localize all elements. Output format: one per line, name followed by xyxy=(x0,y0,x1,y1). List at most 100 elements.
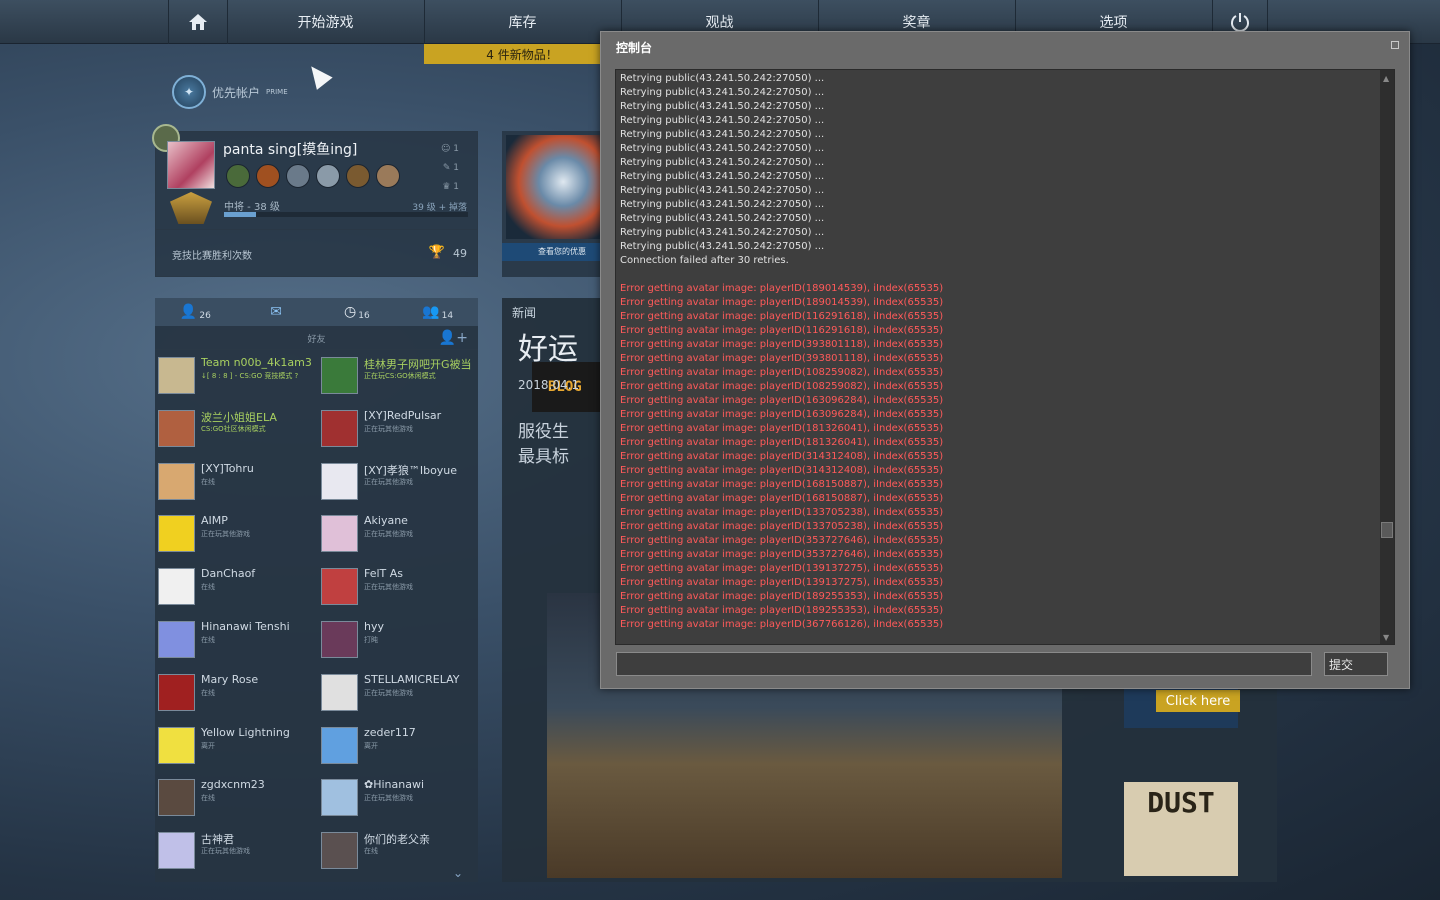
rank-text: 中将 - 38 级 xyxy=(224,202,280,213)
coin-icon[interactable] xyxy=(256,164,280,188)
tab-recent[interactable]: ◷ 16 xyxy=(317,298,398,326)
friend-item[interactable]: 波兰小姐姐ELA CS:GO社区休闲模式 xyxy=(155,407,315,459)
avatar[interactable] xyxy=(167,141,215,189)
article-line: 服役生 xyxy=(518,422,569,442)
friend-item[interactable]: hyy 打盹 xyxy=(318,618,478,670)
friend-status: 正在玩CS:GO休闲模式 xyxy=(364,372,436,380)
tab-groups[interactable]: 👥 14 xyxy=(397,298,478,326)
friend-item[interactable]: [XY]Tohru 在线 xyxy=(155,460,315,512)
friend-name: Team n00b_4k1am3 xyxy=(201,356,312,369)
coin-showcase xyxy=(226,164,400,188)
console-error-line: Error getting avatar image: playerID(139… xyxy=(620,563,944,574)
article-body: 服役生 最具标 xyxy=(518,420,569,470)
friend-avatar[interactable] xyxy=(158,409,195,447)
submit-button[interactable]: 提交 xyxy=(1324,652,1388,676)
teach-icon: ✎ xyxy=(442,163,451,173)
friend-item[interactable]: [XY]孝狼™Iboyue 正在玩其他游戏 xyxy=(318,460,478,512)
coin-icon[interactable] xyxy=(286,164,310,188)
console-error-line: Error getting avatar image: playerID(314… xyxy=(620,451,944,462)
friend-item[interactable]: Yellow Lightning 离开 xyxy=(155,724,315,776)
home-button[interactable] xyxy=(168,0,226,44)
news-title: 新闻 xyxy=(512,306,537,320)
friend-avatar[interactable] xyxy=(158,568,195,606)
tab-friends[interactable]: 👤 26 xyxy=(155,298,236,326)
friend-item[interactable]: 桂林男子网吧开G被当 正在玩CS:GO休闲模式 xyxy=(318,354,478,406)
mail-icon: ✉ xyxy=(270,304,282,320)
nav-inventory-button[interactable]: 库存 xyxy=(424,0,620,44)
scroll-up-icon[interactable]: ▲ xyxy=(1383,74,1389,83)
friends-tabs: 👤 26 ✉ ◷ 16 👥 14 xyxy=(155,298,478,326)
friend-item[interactable]: Akiyane 正在玩其他游戏 xyxy=(318,512,478,564)
friend-item[interactable]: AIMP 正在玩其他游戏 xyxy=(155,512,315,564)
friend-avatar[interactable] xyxy=(321,357,358,394)
console-line: Retrying public(43.241.50.242:27050) ... xyxy=(620,73,825,84)
friend-item[interactable]: Hinanawi Tenshi 在线 xyxy=(155,618,315,670)
dust-ad[interactable]: DUST xyxy=(1124,782,1238,876)
click-here-button[interactable]: Click here xyxy=(1156,690,1240,712)
mouse-cursor-icon xyxy=(303,60,333,90)
friends-panel: 👤 26 ✉ ◷ 16 👥 14 好友 👤+ Team n00b_4k1am3 ↓… xyxy=(155,298,478,882)
friend-item[interactable]: DanChaof 在线 xyxy=(155,565,315,617)
friend-avatar[interactable] xyxy=(321,673,358,711)
article-date: 2018.04.1 xyxy=(518,378,580,392)
friend-avatar[interactable] xyxy=(158,357,195,394)
friend-avatar[interactable] xyxy=(321,726,358,764)
friend-item[interactable]: [XY]RedPulsar 正在玩其他游戏 xyxy=(318,407,478,459)
chevron-down-icon[interactable]: ⌄ xyxy=(453,866,463,880)
add-friend-icon[interactable]: 👤+ xyxy=(439,330,468,346)
friend-avatar[interactable] xyxy=(158,515,195,553)
console-line: Retrying public(43.241.50.242:27050) ... xyxy=(620,199,825,210)
friend-avatar[interactable] xyxy=(321,568,358,606)
friend-avatar[interactable] xyxy=(321,515,358,553)
tab-mail[interactable]: ✉ xyxy=(236,298,317,326)
power-icon xyxy=(1231,13,1249,32)
friend-avatar[interactable] xyxy=(321,621,358,658)
friend-avatar[interactable] xyxy=(321,779,358,817)
coin-icon[interactable] xyxy=(226,164,250,188)
friend-item[interactable]: Mary Rose 在线 xyxy=(155,671,315,723)
friend-item[interactable]: STELLAMICRELAY 正在玩其他游戏 xyxy=(318,671,478,723)
group-icon: 👥 xyxy=(422,304,440,320)
friend-item[interactable]: zeder117 离开 xyxy=(318,724,478,776)
friend-avatar[interactable] xyxy=(158,673,195,711)
console-error-line: Error getting avatar image: playerID(367… xyxy=(620,619,944,630)
scroll-down-icon[interactable]: ▼ xyxy=(1383,633,1389,642)
friend-name: [XY]Tohru xyxy=(201,461,254,475)
friend-item[interactable]: FelT As 正在玩其他游戏 xyxy=(318,565,478,617)
friends-count: 26 xyxy=(199,311,211,321)
console-input[interactable] xyxy=(616,652,1312,676)
coin-icon[interactable] xyxy=(376,164,400,188)
friend-avatar[interactable] xyxy=(321,832,358,870)
friend-item[interactable]: Team n00b_4k1am3 ↓[ 8 : 8 ] - CS:GO 竞技模式 … xyxy=(155,354,315,406)
console-error-line: Error getting avatar image: playerID(163… xyxy=(620,395,944,406)
friend-avatar[interactable] xyxy=(158,621,195,658)
friend-avatar[interactable] xyxy=(321,409,358,447)
friend-avatar[interactable] xyxy=(158,832,195,870)
friend-item[interactable]: zgdxcnm23 在线 xyxy=(155,776,315,828)
maximize-icon[interactable] xyxy=(1391,41,1399,49)
friend-avatar[interactable] xyxy=(158,726,195,764)
friend-avatar[interactable] xyxy=(321,462,358,500)
coin-icon[interactable] xyxy=(346,164,370,188)
console-error-line: Error getting avatar image: playerID(393… xyxy=(620,353,944,364)
profile-card: panta sing[摸鱼ing] ☺ 1 ✎ 1 ♛ 1 中将 - 38 级 … xyxy=(152,124,478,277)
nav-play-button[interactable]: 开始游戏 xyxy=(227,0,423,44)
scroll-thumb[interactable] xyxy=(1381,522,1393,538)
player-name[interactable]: panta sing[摸鱼ing] xyxy=(223,139,357,159)
friend-item[interactable]: 古神君 正在玩其他游戏 xyxy=(155,829,315,881)
prime-label: 优先帐户 xyxy=(212,85,261,100)
clock-icon: ◷ xyxy=(344,304,357,320)
coupon-card[interactable]: 查看您的优惠 xyxy=(502,131,622,277)
coin-icon[interactable] xyxy=(316,164,340,188)
stat-teacher: 1 xyxy=(453,163,459,173)
new-items-banner[interactable]: 4 件新物品！ xyxy=(424,44,620,64)
console-scrollbar[interactable]: ▲ ▼ xyxy=(1380,70,1394,644)
article-title[interactable]: 好运 xyxy=(518,324,578,368)
friend-avatar[interactable] xyxy=(158,779,195,817)
friend-avatar[interactable] xyxy=(158,462,195,500)
console-output[interactable]: Retrying public(43.241.50.242:27050) ...… xyxy=(615,69,1395,645)
friend-name: hyy xyxy=(364,620,384,633)
friend-item[interactable]: ✿Hinanawi 正在玩其他游戏 xyxy=(318,776,478,828)
console-error-line: Error getting avatar image: playerID(189… xyxy=(620,605,944,616)
friend-status: 在线 xyxy=(201,688,215,697)
